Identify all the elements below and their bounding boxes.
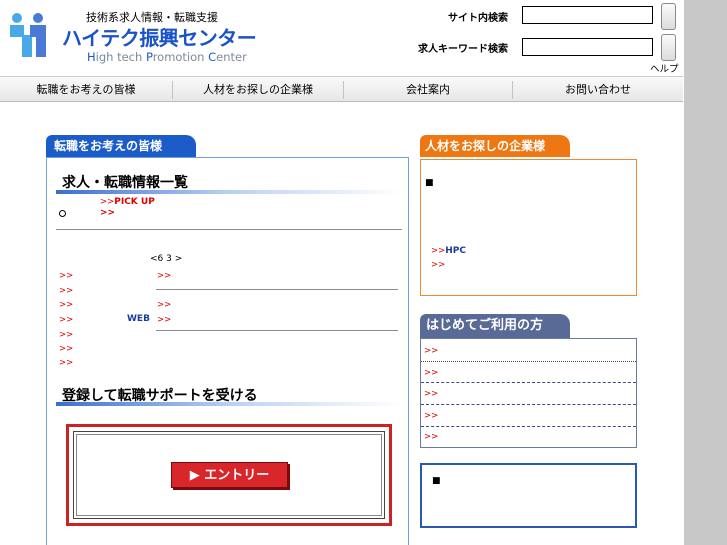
logo-title[interactable]: ハイテク振興センター: [62, 22, 257, 51]
sub-link[interactable]: >>: [157, 315, 171, 325]
job-list-title: 求人・転職情報一覧: [62, 175, 188, 191]
tab-job-seekers: 転職をお考えの皆様: [46, 135, 196, 157]
category-link[interactable]: >>: [59, 300, 73, 310]
sub-link[interactable]: >>: [157, 271, 171, 281]
entry-button[interactable]: ▶ エントリー: [171, 462, 288, 488]
pickup-link[interactable]: >>PICK UP: [100, 196, 155, 207]
category-link[interactable]: >>: [59, 315, 73, 325]
category-link[interactable]: >>: [59, 330, 73, 340]
guide-link[interactable]: >>: [424, 389, 438, 399]
nav-item-job-seekers[interactable]: 転職をお考えの皆様: [0, 77, 172, 103]
divider: [421, 382, 636, 383]
guide-link[interactable]: >>: [424, 368, 438, 378]
divider: [421, 361, 636, 362]
bullet-square: ■: [432, 476, 441, 486]
site-search-button[interactable]: [661, 3, 676, 30]
category-link[interactable]: >>: [59, 271, 73, 281]
first-time-box: [420, 338, 637, 448]
tab-companies: 人材をお探しの企業様: [420, 135, 570, 157]
job-count: <6 3 >: [150, 254, 183, 264]
scrollbar[interactable]: [684, 0, 727, 545]
web-label: WEB: [127, 314, 150, 324]
divider: [156, 289, 398, 290]
keyword-search-label: 求人キーワード検索: [418, 44, 508, 55]
divider: [421, 404, 636, 405]
site-search-input[interactable]: [522, 6, 653, 24]
global-nav: 転職をお考えの皆様 人材をお探しの企業様 会社案内 お問い合わせ: [0, 76, 683, 102]
sub-link[interactable]: >>: [157, 300, 171, 310]
site-search-label: サイト内検索: [448, 13, 508, 24]
nav-item-contact[interactable]: お問い合わせ: [513, 77, 683, 103]
radio-option[interactable]: [59, 210, 66, 217]
category-link[interactable]: >>: [59, 286, 73, 296]
nav-item-company-info[interactable]: 会社案内: [344, 77, 512, 103]
hpc-link[interactable]: >>HPC: [431, 245, 466, 256]
keyword-search-button[interactable]: [661, 34, 676, 61]
arrow-link[interactable]: >>: [100, 208, 115, 218]
guide-link[interactable]: >>: [424, 411, 438, 421]
divider: [156, 330, 398, 331]
tab-first-time: はじめてご利用の方: [420, 314, 570, 338]
info-box: [420, 463, 637, 528]
bullet-square: ■: [425, 178, 434, 188]
logo-english: High tech Promotion Center: [87, 50, 247, 64]
nav-item-companies[interactable]: 人材をお探しの企業様: [173, 77, 343, 103]
logo-figure-icon: [8, 11, 58, 57]
guide-link[interactable]: >>: [424, 432, 438, 442]
category-link[interactable]: >>: [59, 358, 73, 368]
help-link[interactable]: ヘルプ: [650, 61, 679, 75]
companies-box: [420, 159, 637, 296]
category-link[interactable]: >>: [59, 344, 73, 354]
guide-link[interactable]: >>: [424, 346, 438, 356]
title-underline: [56, 190, 402, 194]
divider: [421, 426, 636, 427]
title-underline: [56, 402, 402, 406]
divider: [56, 229, 402, 230]
keyword-search-input[interactable]: [522, 38, 653, 56]
companies-link[interactable]: >>: [431, 260, 445, 270]
